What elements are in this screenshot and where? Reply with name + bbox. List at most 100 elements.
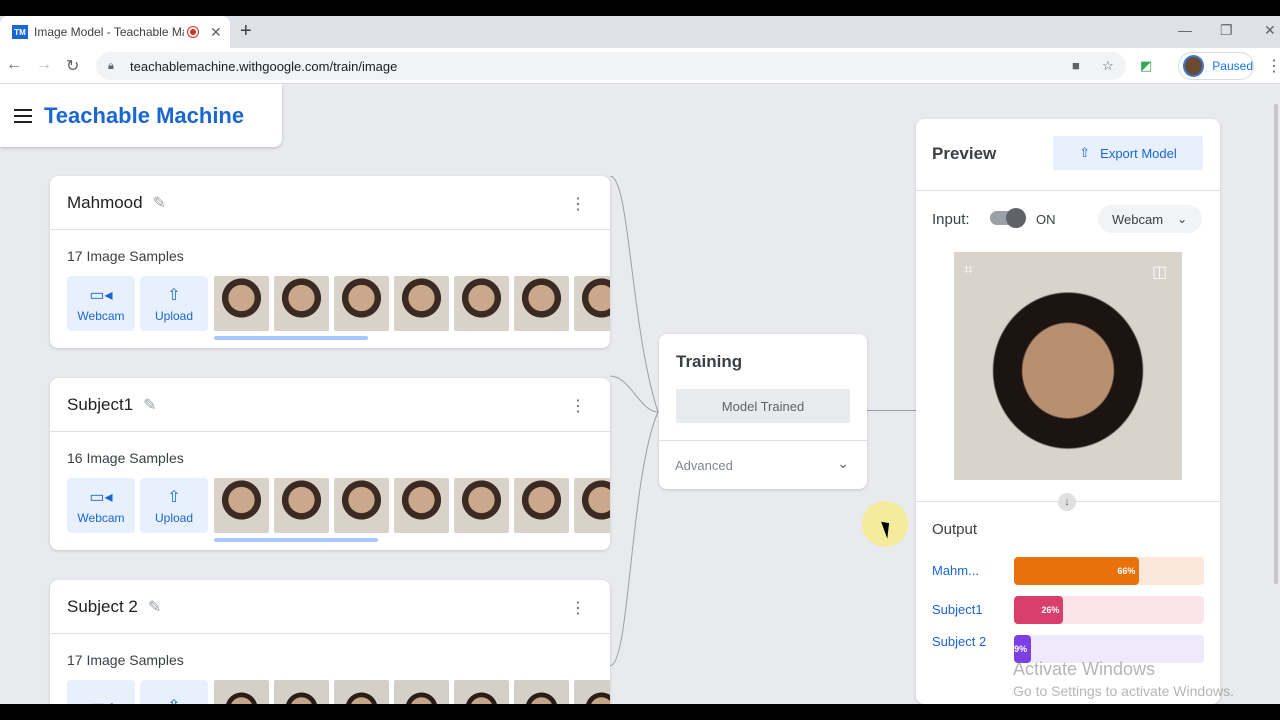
toggle-knob xyxy=(1006,208,1026,228)
sample-thumbnail[interactable] xyxy=(574,276,610,331)
star-icon[interactable]: ☆ xyxy=(1102,58,1114,74)
webcam-button[interactable]: ▭◂ Webcam xyxy=(67,276,135,331)
reload-icon[interactable]: ↻ xyxy=(66,56,79,76)
export-model-button[interactable]: ⇧ Export Model xyxy=(1053,136,1203,170)
sample-thumbnail[interactable] xyxy=(454,276,509,331)
sample-count: 17 Image Samples xyxy=(67,248,184,264)
address-bar[interactable]: 🔒︎ teachablemachine.withgoogle.com/train… xyxy=(96,52,1126,80)
class-name[interactable]: Subject 2 xyxy=(67,597,138,617)
sample-thumbnail[interactable] xyxy=(514,680,569,704)
browser-tab[interactable]: TM Image Model - Teachable Machine ✕ xyxy=(0,16,230,48)
app-bar: Teachable Machine xyxy=(0,84,282,147)
recording-icon xyxy=(188,27,198,37)
preview-title: Preview xyxy=(932,144,997,163)
crop-icon[interactable]: ⌗ xyxy=(964,262,973,280)
class-header: Mahmood ✎ ⋮ xyxy=(50,176,610,230)
videocam-icon: ▭◂ xyxy=(89,488,113,506)
close-tab-icon[interactable]: ✕ xyxy=(210,24,222,41)
menu-icon[interactable] xyxy=(14,108,32,123)
profile-status: Paused xyxy=(1212,59,1253,73)
advanced-toggle[interactable]: Advanced ⌄ xyxy=(659,440,867,489)
sample-thumbnail[interactable] xyxy=(334,478,389,533)
sample-thumbnail[interactable] xyxy=(454,680,509,704)
sample-thumbnail[interactable] xyxy=(574,680,610,704)
more-vert-icon[interactable]: ⋮ xyxy=(570,396,586,416)
lock-icon: 🔒︎ xyxy=(108,60,114,72)
training-title: Training xyxy=(676,352,743,371)
window-close-icon[interactable]: ✕ xyxy=(1264,22,1276,39)
extension-icon[interactable]: ◩ xyxy=(1140,58,1152,74)
sample-thumbnail[interactable] xyxy=(514,478,569,533)
class-name[interactable]: Mahmood xyxy=(67,193,143,213)
address-toolbar: ← → ↻ 🔒︎ teachablemachine.withgoogle.com… xyxy=(0,48,1280,84)
webcam-button[interactable]: ▭◂ Webcam xyxy=(67,478,135,533)
input-toggle[interactable] xyxy=(990,208,1026,228)
sample-count: 17 Image Samples xyxy=(67,652,184,668)
sample-thumbnail[interactable] xyxy=(274,680,329,704)
sample-thumbnail[interactable] xyxy=(274,478,329,533)
camera-icon[interactable]: ■ xyxy=(1072,58,1080,73)
webcam-button[interactable]: ▭◂ xyxy=(67,680,135,704)
back-icon[interactable]: ← xyxy=(6,56,22,74)
thumbnail-scrollbar[interactable] xyxy=(214,336,368,340)
browser-menu-icon[interactable]: ⋮ xyxy=(1266,56,1280,76)
app-title[interactable]: Teachable Machine xyxy=(44,103,244,129)
sample-thumbnail[interactable] xyxy=(334,276,389,331)
pencil-icon[interactable]: ✎ xyxy=(148,597,161,617)
sample-thumbnail[interactable] xyxy=(214,478,269,533)
training-card: Training Model Trained Advanced ⌄ xyxy=(659,334,867,489)
favicon: TM xyxy=(12,25,28,39)
tab-title: Image Model - Teachable Machine xyxy=(34,25,184,39)
sample-thumbnail[interactable] xyxy=(394,680,449,704)
upload-label: Upload xyxy=(154,510,194,525)
sample-thumbnail[interactable] xyxy=(274,276,329,331)
upload-icon: ⇧ xyxy=(167,696,180,705)
arrow-down-icon[interactable]: ↓ xyxy=(1058,493,1076,511)
profile-button[interactable]: Paused xyxy=(1178,52,1254,80)
sample-thumbnails xyxy=(214,478,610,533)
divider xyxy=(916,190,1220,191)
sample-thumbnail[interactable] xyxy=(394,276,449,331)
sample-thumbnail[interactable] xyxy=(454,478,509,533)
pencil-icon[interactable]: ✎ xyxy=(143,395,156,415)
upload-button[interactable]: ⇧ Upload xyxy=(140,478,208,533)
more-vert-icon[interactable]: ⋮ xyxy=(570,194,586,214)
minimize-icon[interactable]: — xyxy=(1178,22,1192,38)
webcam-label: Webcam xyxy=(77,510,125,525)
chevron-down-icon: ⌄ xyxy=(1177,212,1188,226)
confidence-track: 26% xyxy=(1014,596,1204,624)
upload-button[interactable]: ⇧ Upload xyxy=(140,276,208,331)
restore-icon[interactable]: ❐ xyxy=(1220,22,1233,39)
browser-window: TM Image Model - Teachable Machine ✕ + —… xyxy=(0,16,1280,704)
forward-icon[interactable]: → xyxy=(36,56,52,74)
videocam-icon: ▭◂ xyxy=(89,696,112,705)
sample-thumbnail[interactable] xyxy=(334,680,389,704)
sample-thumbnail[interactable] xyxy=(214,680,269,704)
output-class-name: Mahm... xyxy=(932,563,979,578)
webcam-feed: ⌗ ◫ xyxy=(954,252,1182,480)
output-label: Output xyxy=(932,521,978,538)
page-scrollbar[interactable] xyxy=(1274,104,1278,584)
class-card-mahmood: Mahmood ✎ ⋮ 17 Image Samples ▭◂ Webcam ⇧… xyxy=(50,176,610,348)
new-tab-icon[interactable]: + xyxy=(240,20,252,43)
sample-thumbnail[interactable] xyxy=(574,478,610,533)
upload-button[interactable]: ⇧ xyxy=(140,680,208,704)
thumbnail-scrollbar[interactable] xyxy=(214,538,378,542)
webcam-label: Webcam xyxy=(77,308,125,323)
sample-thumbnail[interactable] xyxy=(514,276,569,331)
training-preview-connector xyxy=(867,410,917,411)
flip-icon[interactable]: ◫ xyxy=(1152,262,1167,282)
class-name[interactable]: Subject1 xyxy=(67,395,133,415)
pencil-icon[interactable]: ✎ xyxy=(153,193,166,213)
output-class-name: Subject 2 xyxy=(932,634,987,649)
input-source-select[interactable]: Webcam ⌄ xyxy=(1098,205,1202,233)
output-class-name: Subject1 xyxy=(932,602,983,617)
sample-thumbnail[interactable] xyxy=(394,478,449,533)
windows-watermark-title: Activate Windows xyxy=(1013,659,1156,679)
advanced-label: Advanced xyxy=(675,457,733,473)
more-vert-icon[interactable]: ⋮ xyxy=(570,598,586,618)
confidence-bar: 66% xyxy=(1014,557,1140,585)
sample-thumbnail[interactable] xyxy=(214,276,269,331)
train-model-button[interactable]: Model Trained xyxy=(676,389,850,423)
videocam-icon: ▭◂ xyxy=(89,286,113,304)
